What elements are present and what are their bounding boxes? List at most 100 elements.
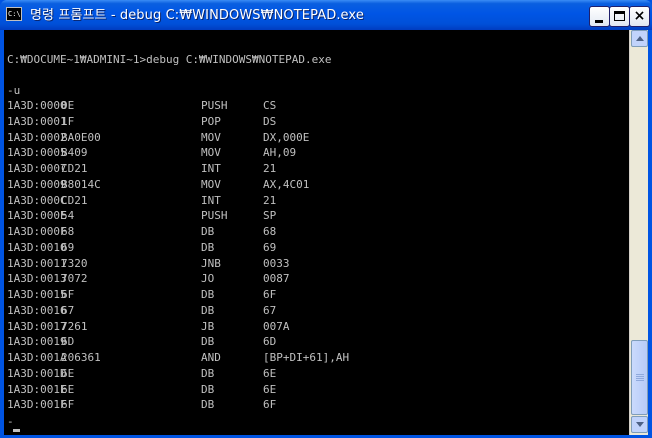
operands-cell: 6E [263,366,277,380]
mnemonic-cell: INT [201,193,221,207]
close-icon: × [633,8,646,24]
operands-cell: SP [263,209,277,223]
mnemonic-cell: DB [201,225,215,238]
mnemonic-cell: DB [201,398,215,412]
minimize-button[interactable] [589,6,610,27]
mnemonic-cell: INT [201,162,221,175]
address-cell: 1A3D:0017 [7,319,67,333]
address-cell: 1A3D:0000 [7,99,67,112]
operands-cell: CS [263,99,277,112]
address-cell: 1A3D:001D [7,366,67,380]
address-cell: 1A3D:0016 [7,303,67,317]
scroll-thumb[interactable] [631,340,648,415]
operands-cell: 0033 [263,256,290,270]
mnemonic-cell: POP [201,114,221,128]
grip-line [636,378,644,379]
bytes-cell: 206361 [61,351,101,364]
mnemonic-cell: MOV [201,130,221,144]
minimize-icon [595,20,603,23]
bytes-cell: 6F [61,398,75,412]
operands-cell: 6F [263,288,277,301]
title-bar[interactable]: C:\ 명령 프롬프트 - debug C:₩WINDOWS₩NOTEPAD.e… [0,0,652,30]
operands-cell: 0087 [263,272,290,286]
bytes-cell: 6D [61,335,75,349]
bytes-cell: 54 [61,209,75,223]
input-prompt: - [7,415,14,428]
console-icon[interactable]: C:\ [6,7,22,21]
bytes-cell: 67 [61,303,75,317]
mnemonic-cell: MOV [201,146,221,160]
bytes-cell: 1F [61,114,75,128]
operands-cell: 69 [263,240,277,254]
grip-line [636,376,644,377]
address-cell: 1A3D:001E [7,382,67,396]
operands-cell: 21 [263,162,277,175]
bytes-cell: 7320 [61,256,88,270]
console-output[interactable]: C:₩DOCUME~1₩ADMINI~1>debug C:₩WINDOWS₩NO… [4,30,629,435]
grip-line [636,374,644,375]
operands-cell: 007A [263,319,290,333]
mnemonic-cell: DB [201,366,215,380]
bytes-cell: 69 [61,240,75,254]
operands-cell: 6E [263,382,277,396]
address-cell: 1A3D:000E [7,209,67,223]
address-cell: 1A3D:0001 [7,114,67,128]
mnemonic-cell: JNB [201,256,221,270]
mnemonic-cell: DB [201,382,215,396]
bytes-cell: 6E [61,366,75,380]
vertical-scrollbar[interactable] [629,30,648,435]
bytes-cell: B409 [61,146,88,160]
bytes-cell: 6E [61,382,75,396]
prompt-line: C:₩DOCUME~1₩ADMINI~1>debug C:₩WINDOWS₩NO… [7,53,332,66]
mnemonic-cell: PUSH [201,99,228,112]
bytes-cell: CD21 [61,162,88,175]
mnemonic-cell: PUSH [201,209,228,223]
bytes-cell: 6F [61,288,75,301]
grip-line [636,380,644,381]
operands-cell: [BP+DI+61],AH [263,351,350,364]
command-prompt-window: C:\ 명령 프롬프트 - debug C:₩WINDOWS₩NOTEPAD.e… [0,0,652,438]
operands-cell: 67 [263,303,277,317]
operands-cell: 21 [263,193,277,207]
operands-cell: AH,09 [263,146,297,160]
address-cell: 1A3D:0009 [7,177,67,191]
arrow-up-icon [636,36,644,41]
operands-cell: 6D [263,335,277,349]
mnemonic-cell: DB [201,303,215,317]
icon-label: C:\ [8,10,21,18]
address-cell: 1A3D:0011 [7,256,67,270]
address-cell: 1A3D:001A [7,351,67,364]
operands-cell: DX,000E [263,130,310,144]
bytes-cell: 7072 [61,272,88,286]
mnemonic-cell: DB [201,240,215,254]
maximize-button[interactable] [609,6,630,27]
bytes-cell: B8014C [61,177,101,191]
mnemonic-cell: AND [201,351,221,364]
address-cell: 1A3D:0005 [7,146,67,160]
address-cell: 1A3D:0019 [7,335,67,349]
mnemonic-cell: DB [201,288,215,301]
operands-cell: DS [263,114,277,128]
mnemonic-cell: JB [201,319,215,333]
address-cell: 1A3D:0013 [7,272,67,286]
arrow-down-icon [636,422,644,427]
scroll-down-button[interactable] [631,416,648,433]
text-cursor [13,429,20,432]
close-button[interactable]: × [629,6,650,27]
operands-cell: AX,4C01 [263,177,310,191]
command-line: -u [7,84,21,97]
maximize-icon [614,11,625,21]
operands-cell: 68 [263,225,277,238]
scroll-up-button[interactable] [631,30,648,47]
bytes-cell: BA0E00 [61,130,101,144]
bytes-cell: CD21 [61,193,88,207]
bytes-cell: 0E [61,99,75,112]
window-title: 명령 프롬프트 - debug C:₩WINDOWS₩NOTEPAD.exe [30,8,364,23]
address-cell: 1A3D:0015 [7,288,67,301]
address-cell: 1A3D:0007 [7,162,67,175]
operands-cell: 6F [263,398,277,412]
address-cell: 1A3D:0010 [7,240,67,254]
address-cell: 1A3D:001F [7,398,67,412]
address-cell: 1A3D:000F [7,225,67,238]
bytes-cell: 68 [61,225,75,238]
